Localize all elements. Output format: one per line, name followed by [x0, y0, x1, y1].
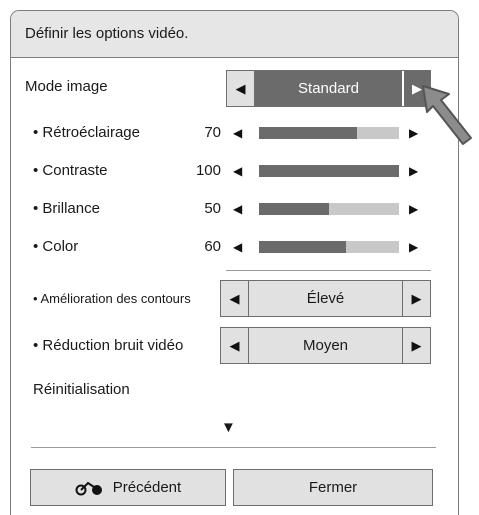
- contrast-slider[interactable]: ◀ ▶: [233, 163, 423, 179]
- noise-reduction-prev-button[interactable]: ◀: [221, 328, 249, 363]
- arrow-left-icon: ◀: [229, 290, 240, 306]
- close-button[interactable]: Fermer: [233, 469, 433, 506]
- edge-enhancement-prev-button[interactable]: ◀: [221, 281, 249, 316]
- arrow-right-icon[interactable]: ▶: [409, 125, 418, 141]
- slider-track[interactable]: [259, 241, 399, 253]
- brightness-value: 50: [204, 200, 221, 217]
- mode-image-label: Mode image: [25, 78, 108, 95]
- panel-title: Définir les options vidéo.: [25, 25, 189, 42]
- color-label: • Color: [33, 238, 79, 255]
- mode-image-selector[interactable]: ◀ Standard ▶: [226, 70, 431, 107]
- backlight-slider[interactable]: ◀ ▶: [233, 125, 423, 141]
- brightness-slider[interactable]: ◀ ▶: [233, 201, 423, 217]
- slider-track[interactable]: [259, 165, 399, 177]
- arrow-right-icon[interactable]: ▶: [409, 163, 418, 179]
- edge-enhancement-next-button[interactable]: ▶: [402, 281, 430, 316]
- footer-divider: [31, 447, 436, 448]
- close-button-label: Fermer: [308, 479, 358, 496]
- slider-track[interactable]: [259, 203, 399, 215]
- pointer-cursor-icon: [422, 85, 472, 145]
- back-icon: [75, 481, 102, 495]
- arrow-left-icon[interactable]: ◀: [233, 201, 242, 217]
- noise-reduction-label: • Réduction bruit vidéo: [33, 337, 184, 354]
- noise-reduction-selector[interactable]: ◀ Moyen ▶: [220, 327, 431, 364]
- arrow-left-icon: ◀: [235, 80, 246, 96]
- arrow-right-icon[interactable]: ▶: [409, 239, 418, 255]
- arrow-right-icon: ▶: [411, 337, 422, 353]
- contrast-label: • Contraste: [33, 162, 108, 179]
- slider-fill: [259, 127, 357, 139]
- slider-track[interactable]: [259, 127, 399, 139]
- scroll-down-icon[interactable]: ▼: [221, 419, 236, 436]
- edge-enhancement-label: • Amélioration des contours: [33, 291, 191, 306]
- panel-header: Définir les options vidéo.: [11, 11, 458, 58]
- mode-image-prev-button[interactable]: ◀: [227, 71, 255, 106]
- arrow-right-icon[interactable]: ▶: [409, 201, 418, 217]
- previous-button-label: Précédent: [112, 479, 182, 496]
- edge-enhancement-value: Élevé: [249, 281, 402, 316]
- noise-reduction-next-button[interactable]: ▶: [402, 328, 430, 363]
- edge-enhancement-selector[interactable]: ◀ Élevé ▶: [220, 280, 431, 317]
- slider-fill: [259, 165, 399, 177]
- color-value: 60: [204, 238, 221, 255]
- mode-image-value: Standard: [255, 71, 402, 106]
- brightness-label: • Brillance: [33, 200, 100, 217]
- color-slider[interactable]: ◀ ▶: [233, 239, 423, 255]
- noise-reduction-value: Moyen: [249, 328, 402, 363]
- slider-fill: [259, 241, 346, 253]
- section-divider: [226, 270, 431, 271]
- backlight-label: • Rétroéclairage: [33, 124, 140, 141]
- arrow-left-icon[interactable]: ◀: [233, 163, 242, 179]
- slider-fill: [259, 203, 329, 215]
- arrow-left-icon: ◀: [229, 337, 240, 353]
- arrow-right-icon: ▶: [411, 290, 422, 306]
- previous-button[interactable]: Précédent: [30, 469, 226, 506]
- arrow-left-icon[interactable]: ◀: [233, 125, 242, 141]
- reset-option[interactable]: Réinitialisation: [33, 381, 130, 398]
- video-options-panel: Définir les options vidéo. Mode image ◀ …: [10, 10, 459, 515]
- contrast-value: 100: [195, 162, 221, 179]
- backlight-value: 70: [204, 124, 221, 141]
- arrow-left-icon[interactable]: ◀: [233, 239, 242, 255]
